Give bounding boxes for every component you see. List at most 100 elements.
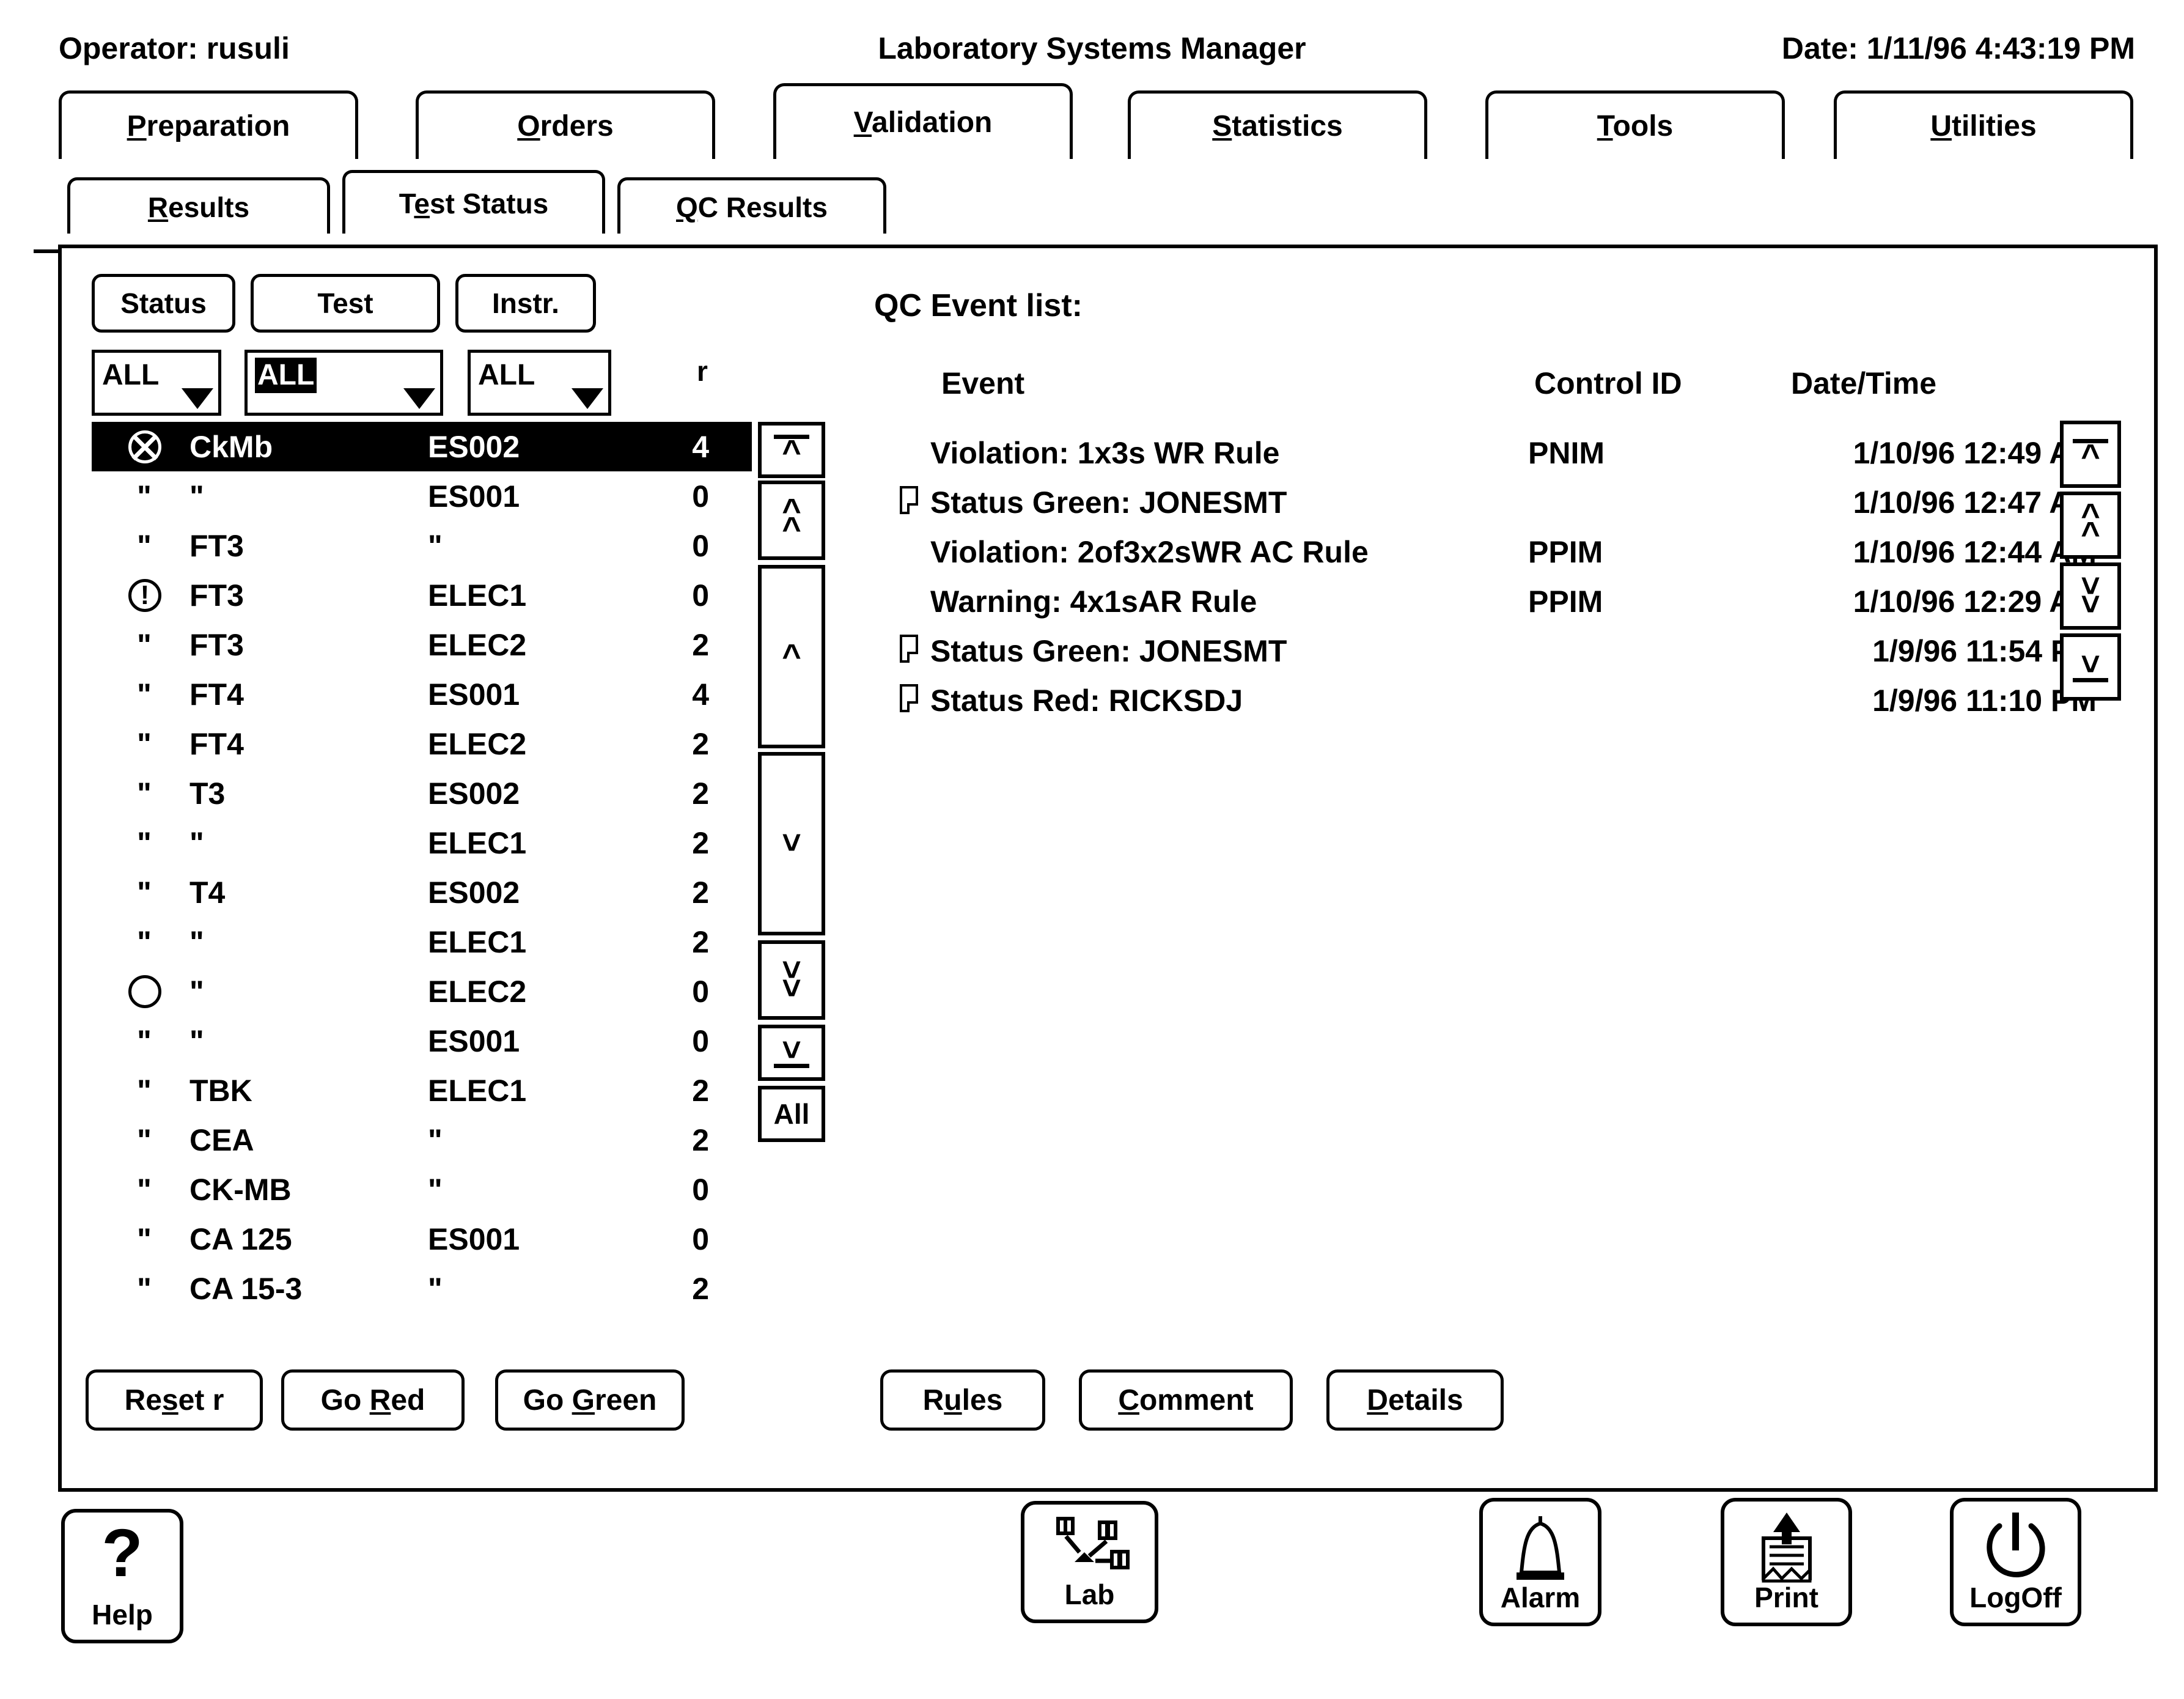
- scroll-down-button[interactable]: ˅: [758, 752, 825, 935]
- status-ditto-mark: ": [137, 1271, 153, 1306]
- tab-validation[interactable]: Validation: [773, 83, 1073, 159]
- cell-r: 0: [692, 1172, 709, 1207]
- filter-dropdown-test[interactable]: ALL: [245, 350, 443, 416]
- chevron-down-icon[interactable]: [572, 388, 603, 409]
- tab-utilities[interactable]: Utilities: [1834, 90, 2133, 159]
- alarm-label: Alarm: [1500, 1582, 1581, 1613]
- qc-scroll-page-up-button[interactable]: ^ ^: [2060, 492, 2121, 559]
- logoff-button[interactable]: LogOff: [1950, 1498, 2081, 1626]
- note-icon: [900, 486, 918, 514]
- table-row[interactable]: " CA 15-3 " 2: [92, 1264, 752, 1313]
- question-mark-icon: ?: [101, 1516, 143, 1591]
- cell-r: 0: [692, 479, 709, 514]
- help-button[interactable]: ? Help: [61, 1509, 183, 1643]
- alarm-button[interactable]: Alarm: [1479, 1498, 1601, 1626]
- tab-statistics[interactable]: Statistics: [1128, 90, 1427, 159]
- scroll-bottom-button[interactable]: ˅: [758, 1025, 825, 1081]
- print-label: Print: [1754, 1582, 1818, 1613]
- event-control-id: PPIM: [1528, 534, 1603, 569]
- table-row[interactable]: " CK-MB " 0: [92, 1165, 752, 1214]
- table-row[interactable]: " " ELEC1 2: [92, 818, 752, 868]
- filter-dropdown-test-value: ALL: [255, 358, 317, 393]
- qc-scroll-top-button[interactable]: ^: [2060, 421, 2121, 488]
- filter-button-status-label: Status: [120, 287, 207, 319]
- list-item[interactable]: Warning: 4x1sAR Rule PPIM 1/10/96 12:29 AM: [874, 577, 2103, 626]
- details-button[interactable]: Details: [1326, 1369, 1504, 1431]
- table-row[interactable]: ! FT3 ELEC1 0: [92, 570, 752, 620]
- go-green-button[interactable]: Go Green: [495, 1369, 685, 1431]
- table-row[interactable]: " CA 125 ES001 0: [92, 1214, 752, 1264]
- tab-results[interactable]: Results: [67, 177, 330, 234]
- list-item[interactable]: Violation: 1x3s WR Rule PNIM 1/10/96 12:49…: [874, 428, 2103, 477]
- status-ditto-mark: ": [137, 677, 153, 712]
- list-item[interactable]: Violation: 2of3x2sWR AC Rule PPIM 1/10/96 …: [874, 527, 2103, 577]
- cell-test: T4: [189, 875, 226, 910]
- cell-r: 0: [692, 974, 709, 1009]
- table-row[interactable]: " T4 ES002 2: [92, 868, 752, 917]
- qc-event-scrollbar[interactable]: ^ ^ ^ ˅ ˅ ˅: [2060, 421, 2121, 708]
- filter-button-test-label: Test: [317, 287, 373, 319]
- cell-instrument: ": [428, 1172, 443, 1207]
- table-row[interactable]: " " ES001 0: [92, 1016, 752, 1066]
- table-row[interactable]: " FT4 ELEC2 2: [92, 719, 752, 768]
- tab-preparation[interactable]: Preparation: [59, 90, 358, 159]
- status-ditto-mark: ": [137, 1023, 153, 1058]
- lab-button[interactable]: Lab: [1021, 1501, 1158, 1623]
- table-row[interactable]: " FT3 ELEC2 2: [92, 620, 752, 669]
- cell-test: FT4: [189, 726, 244, 761]
- scroll-top-button[interactable]: ^: [758, 422, 825, 478]
- comment-button[interactable]: Comment: [1079, 1369, 1293, 1431]
- cell-r: 0: [692, 1222, 709, 1256]
- cell-test: CkMb: [189, 429, 273, 464]
- tab-validation-label-rest: alidation: [872, 106, 993, 139]
- print-button[interactable]: Print: [1721, 1498, 1852, 1626]
- reset-r-button[interactable]: Reset r: [86, 1369, 263, 1431]
- chevron-down-icon[interactable]: [403, 388, 435, 409]
- filter-button-status[interactable]: Status: [92, 274, 235, 333]
- test-list-scrollbar[interactable]: ^ ^ ^ ^ ˅ ˅ ˅ ˅ All: [758, 422, 825, 1314]
- event-description: Violation: 2of3x2sWR AC Rule: [930, 534, 1369, 569]
- table-row[interactable]: " FT3 " 0: [92, 521, 752, 570]
- list-item[interactable]: Status Green: JONESMT 1/9/96 11:54 PM: [874, 626, 2103, 676]
- cell-test: CK-MB: [189, 1172, 292, 1207]
- tab-qc-results[interactable]: QC Results: [617, 177, 886, 234]
- tab-tools[interactable]: Tools: [1485, 90, 1785, 159]
- table-row[interactable]: " T3 ES002 2: [92, 768, 752, 818]
- tab-test-status[interactable]: Test Status: [342, 170, 605, 234]
- table-row[interactable]: " ELEC2 0: [92, 967, 752, 1016]
- table-row[interactable]: " " ES001 0: [92, 471, 752, 521]
- filter-button-test[interactable]: Test: [251, 274, 440, 333]
- qc-event-list[interactable]: Violation: 1x3s WR Rule PNIM 1/10/96 12:49…: [874, 428, 2103, 725]
- cell-instrument: ES001: [428, 677, 520, 712]
- scroll-all-button[interactable]: All: [758, 1086, 825, 1142]
- list-item[interactable]: Status Red: RICKSDJ 1/9/96 11:10 PM: [874, 676, 2103, 725]
- status-ditto-mark: ": [137, 1172, 153, 1207]
- table-row[interactable]: " TBK ELEC1 2: [92, 1066, 752, 1115]
- rules-button[interactable]: Rules: [880, 1369, 1045, 1431]
- table-row[interactable]: " " ELEC1 2: [92, 917, 752, 967]
- go-red-button[interactable]: Go Red: [281, 1369, 465, 1431]
- filter-button-instr[interactable]: Instr.: [455, 274, 596, 333]
- table-row[interactable]: " CEA " 2: [92, 1115, 752, 1165]
- list-item[interactable]: Status Green: JONESMT 1/10/96 12:47 AM: [874, 477, 2103, 527]
- event-datetime: 1/10/96 12:47 AM: [1853, 485, 2097, 520]
- cell-instrument: ": [428, 1122, 443, 1157]
- chevron-down-icon[interactable]: [182, 388, 213, 409]
- test-status-list[interactable]: CkMb ES002 4 " " ES001 0 " FT3 " 0! FT3 ELEC1 0 " FT3 EL…: [92, 422, 752, 1314]
- qc-scroll-page-down-button[interactable]: ˅ ˅: [2060, 562, 2121, 630]
- cell-r: 2: [692, 726, 709, 761]
- qc-scroll-bottom-button[interactable]: ˅: [2060, 633, 2121, 701]
- table-row[interactable]: " FT4 ES001 4: [92, 669, 752, 719]
- tab-orders[interactable]: Orders: [416, 90, 715, 159]
- cell-test: ": [189, 1023, 204, 1058]
- filter-button-instr-label: Instr.: [492, 287, 559, 319]
- filter-dropdown-instr[interactable]: ALL: [468, 350, 611, 416]
- event-datetime: 1/9/96 11:10 PM: [1872, 683, 2097, 718]
- table-row[interactable]: CkMb ES002 4: [92, 422, 752, 471]
- filter-dropdown-status[interactable]: ALL: [92, 350, 221, 416]
- scroll-up-button[interactable]: ^: [758, 565, 825, 748]
- status-error-icon: [105, 422, 185, 471]
- scroll-page-down-button[interactable]: ˅ ˅: [758, 940, 825, 1020]
- status-ok-icon: [105, 967, 185, 1016]
- scroll-page-up-button[interactable]: ^ ^: [758, 481, 825, 560]
